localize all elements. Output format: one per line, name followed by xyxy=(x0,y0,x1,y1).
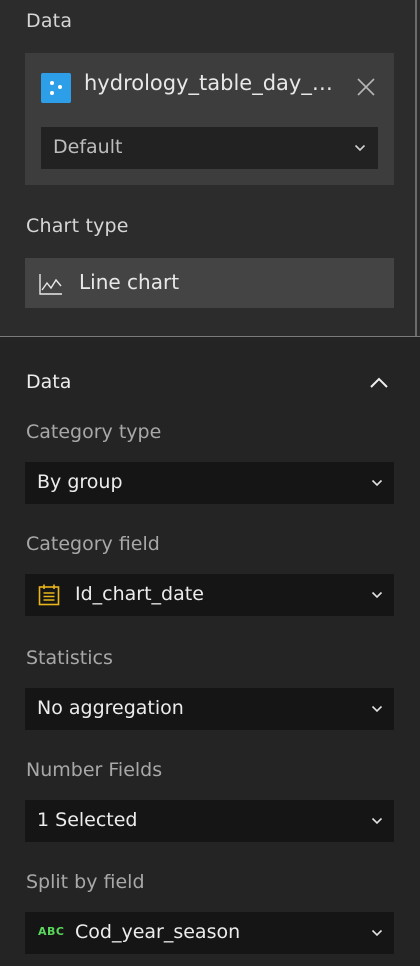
chevron-down-icon xyxy=(354,144,366,152)
line-chart-icon xyxy=(39,274,62,295)
category-type-value: By group xyxy=(37,471,123,493)
statistics-value: No aggregation xyxy=(37,697,184,719)
date-field-icon xyxy=(38,584,60,606)
data-section-title: Data xyxy=(26,10,73,32)
statistics-select[interactable]: No aggregation xyxy=(25,688,394,730)
datasource-name: hydrology_table_day_… xyxy=(84,71,333,95)
collapse-button[interactable] xyxy=(366,372,392,394)
chevron-down-icon xyxy=(371,705,383,713)
number-fields-select[interactable]: 1 Selected xyxy=(25,800,394,842)
category-field-value: Id_chart_date xyxy=(75,583,204,605)
chevron-up-icon xyxy=(370,377,388,388)
remove-datasource-button[interactable] xyxy=(352,73,380,101)
chevron-down-icon xyxy=(371,817,383,825)
chevron-down-icon xyxy=(371,479,383,487)
category-field-label: Category field xyxy=(26,533,160,555)
datasource-card: hydrology_table_day_… Default xyxy=(25,53,394,185)
split-by-field-select[interactable]: ABC Cod_year_season xyxy=(25,912,394,954)
chevron-down-icon xyxy=(371,591,383,599)
view-select-value: Default xyxy=(53,136,123,158)
chart-type-title: Chart type xyxy=(26,215,129,237)
view-select[interactable]: Default xyxy=(41,127,378,169)
statistics-label: Statistics xyxy=(26,647,113,669)
chevron-down-icon xyxy=(371,929,383,937)
number-fields-value: 1 Selected xyxy=(37,809,138,831)
category-type-select[interactable]: By group xyxy=(25,462,394,504)
split-by-field-value: Cod_year_season xyxy=(75,921,241,943)
split-by-field-label: Split by field xyxy=(26,871,145,893)
chart-type-button[interactable]: Line chart xyxy=(25,258,394,308)
category-type-label: Category type xyxy=(26,421,162,443)
text-field-icon: ABC xyxy=(38,925,65,938)
data-config-title: Data xyxy=(26,371,72,393)
number-fields-label: Number Fields xyxy=(26,759,163,781)
category-field-select[interactable]: Id_chart_date xyxy=(25,574,394,616)
chart-type-value: Line chart xyxy=(79,270,180,294)
close-icon xyxy=(357,78,375,96)
table-icon xyxy=(41,73,71,103)
